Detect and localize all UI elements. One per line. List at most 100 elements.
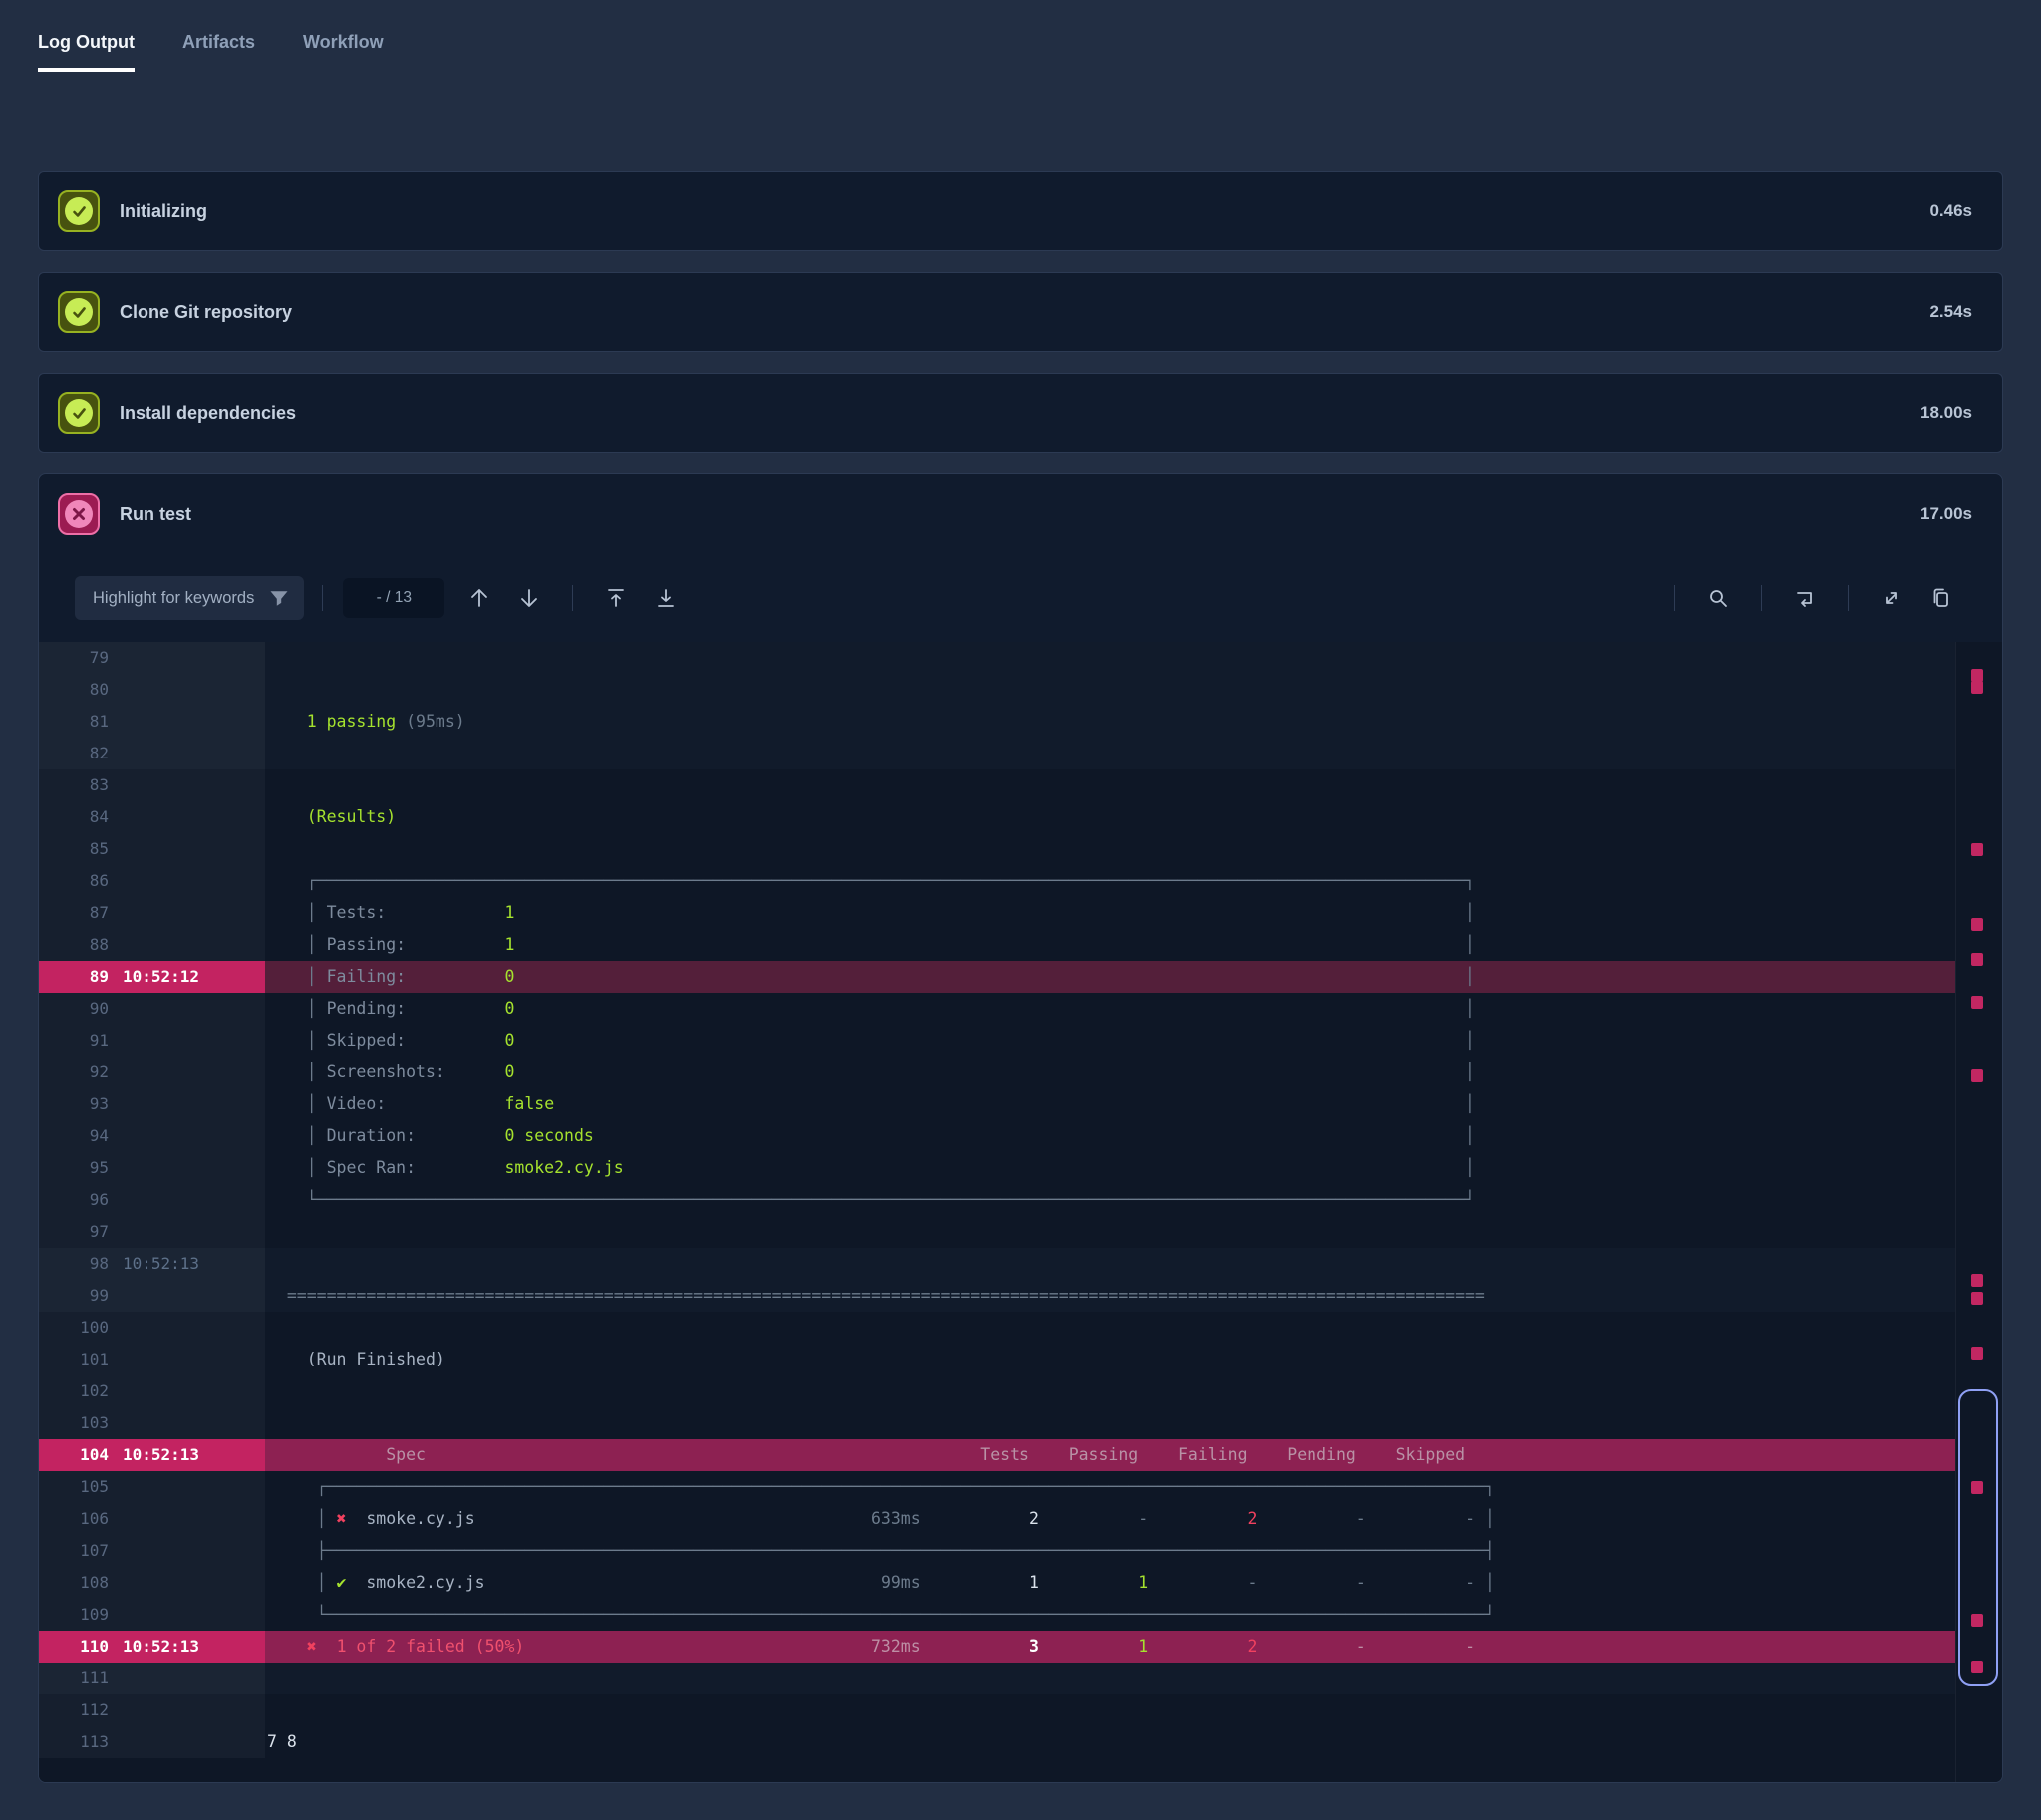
line-number[interactable]: 110 (39, 1631, 109, 1663)
line-number[interactable]: 102 (39, 1375, 109, 1407)
match-counter: - / 13 (343, 578, 445, 618)
log-line: 101 (Run Finished) (39, 1344, 2002, 1375)
log-gutter: 85 (39, 833, 265, 865)
run-test-header[interactable]: Run test 17.00s (39, 474, 2002, 554)
line-number[interactable]: 88 (39, 929, 109, 961)
step-card-clone-git-repository[interactable]: Clone Git repository 2.54s (38, 272, 2003, 352)
log-line: 79 (39, 642, 2002, 674)
log-gutter: 101 (39, 1344, 265, 1375)
log-gutter: 82 (39, 738, 265, 769)
keyword-filter-button[interactable]: Highlight for keywords (75, 576, 305, 620)
line-number[interactable]: 109 (39, 1599, 109, 1631)
next-match-button[interactable] (511, 580, 547, 616)
tab-workflow[interactable]: Workflow (303, 32, 384, 72)
log-line: 111 (39, 1663, 2002, 1694)
line-number[interactable]: 81 (39, 706, 109, 738)
log-line: 108 │ ✔ smoke2.cy.js 99ms 1 1 - - - │ (39, 1567, 2002, 1599)
line-number[interactable]: 82 (39, 738, 109, 769)
line-number[interactable]: 99 (39, 1280, 109, 1312)
line-number[interactable]: 97 (39, 1216, 109, 1248)
log-line: 91 │ Skipped: 0 │ (39, 1025, 2002, 1057)
log-gutter: 96 (39, 1184, 265, 1216)
log-scrollbar[interactable] (1955, 642, 2002, 1782)
tab-log-output[interactable]: Log Output (38, 32, 135, 72)
log-line: 83 (39, 769, 2002, 801)
scrollbar-thumb[interactable] (1958, 1389, 1998, 1686)
search-button[interactable] (1700, 580, 1736, 616)
log-gutter: 94 (39, 1120, 265, 1152)
step-card-run-test: Run test 17.00s Highlight for keywords -… (38, 473, 2003, 1783)
line-number[interactable]: 106 (39, 1503, 109, 1535)
line-number[interactable]: 103 (39, 1407, 109, 1439)
previous-match-button[interactable] (461, 580, 497, 616)
log-line: 106 │ ✖ smoke.cy.js 633ms 2 - 2 - - │ (39, 1503, 2002, 1535)
match-marker (1971, 918, 1983, 931)
log-line-content: │ Passing: 1 │ (306, 935, 1475, 954)
line-number[interactable]: 80 (39, 674, 109, 706)
line-number[interactable]: 107 (39, 1535, 109, 1567)
log-line: 96 └────────────────────────────────────… (39, 1184, 2002, 1216)
log-line: 92 │ Screenshots: 0 │ (39, 1057, 2002, 1088)
log-gutter: 81 (39, 706, 265, 738)
log-gutter: 84 (39, 801, 265, 833)
line-number[interactable]: 92 (39, 1057, 109, 1088)
line-number[interactable]: 100 (39, 1312, 109, 1344)
wrap-lines-button[interactable] (1787, 580, 1823, 616)
line-number[interactable]: 83 (39, 769, 109, 801)
jump-to-top-button[interactable] (598, 580, 634, 616)
line-number[interactable]: 79 (39, 642, 109, 674)
line-number[interactable]: 113 (39, 1726, 109, 1758)
jump-to-bottom-button[interactable] (648, 580, 684, 616)
log-gutter: 80 (39, 674, 265, 706)
line-number[interactable]: 91 (39, 1025, 109, 1057)
line-timestamp: 10:52:13 (123, 1445, 200, 1464)
line-number[interactable]: 87 (39, 897, 109, 929)
line-timestamp: 10:52:13 (123, 1254, 200, 1273)
log-line: 86 ┌────────────────────────────────────… (39, 865, 2002, 897)
log-line-content: ✖ 1 of 2 failed (50%) 732ms 3 1 2 - - (265, 1631, 1955, 1663)
match-marker (1971, 1292, 1983, 1305)
line-number[interactable]: 101 (39, 1344, 109, 1375)
line-number[interactable]: 104 (39, 1439, 109, 1471)
step-card-initializing[interactable]: Initializing 0.46s (38, 171, 2003, 251)
line-number[interactable]: 96 (39, 1184, 109, 1216)
line-number[interactable]: 108 (39, 1567, 109, 1599)
log-gutter: 106 (39, 1503, 265, 1535)
line-number[interactable]: 93 (39, 1088, 109, 1120)
check-icon (65, 399, 93, 427)
failed-status-icon (58, 493, 100, 535)
line-number[interactable]: 89 (39, 961, 109, 993)
match-marker (1971, 996, 1983, 1009)
line-number[interactable]: 105 (39, 1471, 109, 1503)
fullscreen-button[interactable] (1874, 580, 1909, 616)
log-gutter: 107 (39, 1535, 265, 1567)
line-number[interactable]: 95 (39, 1152, 109, 1184)
keyword-filter-label: Highlight for keywords (93, 588, 255, 607)
log-line: 90 │ Pending: 0 │ (39, 993, 2002, 1025)
line-number[interactable]: 86 (39, 865, 109, 897)
step-card-install-dependencies[interactable]: Install dependencies 18.00s (38, 373, 2003, 453)
log-line: 80 (39, 674, 2002, 706)
log-line-content: │ Duration: 0 seconds │ (306, 1126, 1475, 1145)
line-number[interactable]: 98 (39, 1248, 109, 1280)
log-gutter: 103 (39, 1407, 265, 1439)
line-number[interactable]: 85 (39, 833, 109, 865)
line-number[interactable]: 84 (39, 801, 109, 833)
log-gutter: 108 (39, 1567, 265, 1599)
log-gutter: 93 (39, 1088, 265, 1120)
log-line-content (265, 833, 1955, 865)
log-line-content: │ ✔ smoke2.cy.js 99ms 1 1 - - - │ (316, 1573, 1495, 1592)
log-line: 84 (Results) (39, 801, 2002, 833)
log-output: 79 80 81 1 passing (95ms) 82 83 84 (Results) 8… (39, 642, 2002, 1782)
line-number[interactable]: 112 (39, 1694, 109, 1726)
copy-log-button[interactable] (1923, 580, 1959, 616)
check-icon (65, 298, 93, 326)
line-number[interactable]: 94 (39, 1120, 109, 1152)
log-line: 93 │ Video: false │ (39, 1088, 2002, 1120)
log-line: 98 10:52:13 (39, 1248, 2002, 1280)
toolbar-divider (572, 585, 574, 611)
tab-artifacts[interactable]: Artifacts (182, 32, 255, 72)
match-marker (1971, 1347, 1983, 1360)
line-number[interactable]: 111 (39, 1663, 109, 1694)
line-number[interactable]: 90 (39, 993, 109, 1025)
